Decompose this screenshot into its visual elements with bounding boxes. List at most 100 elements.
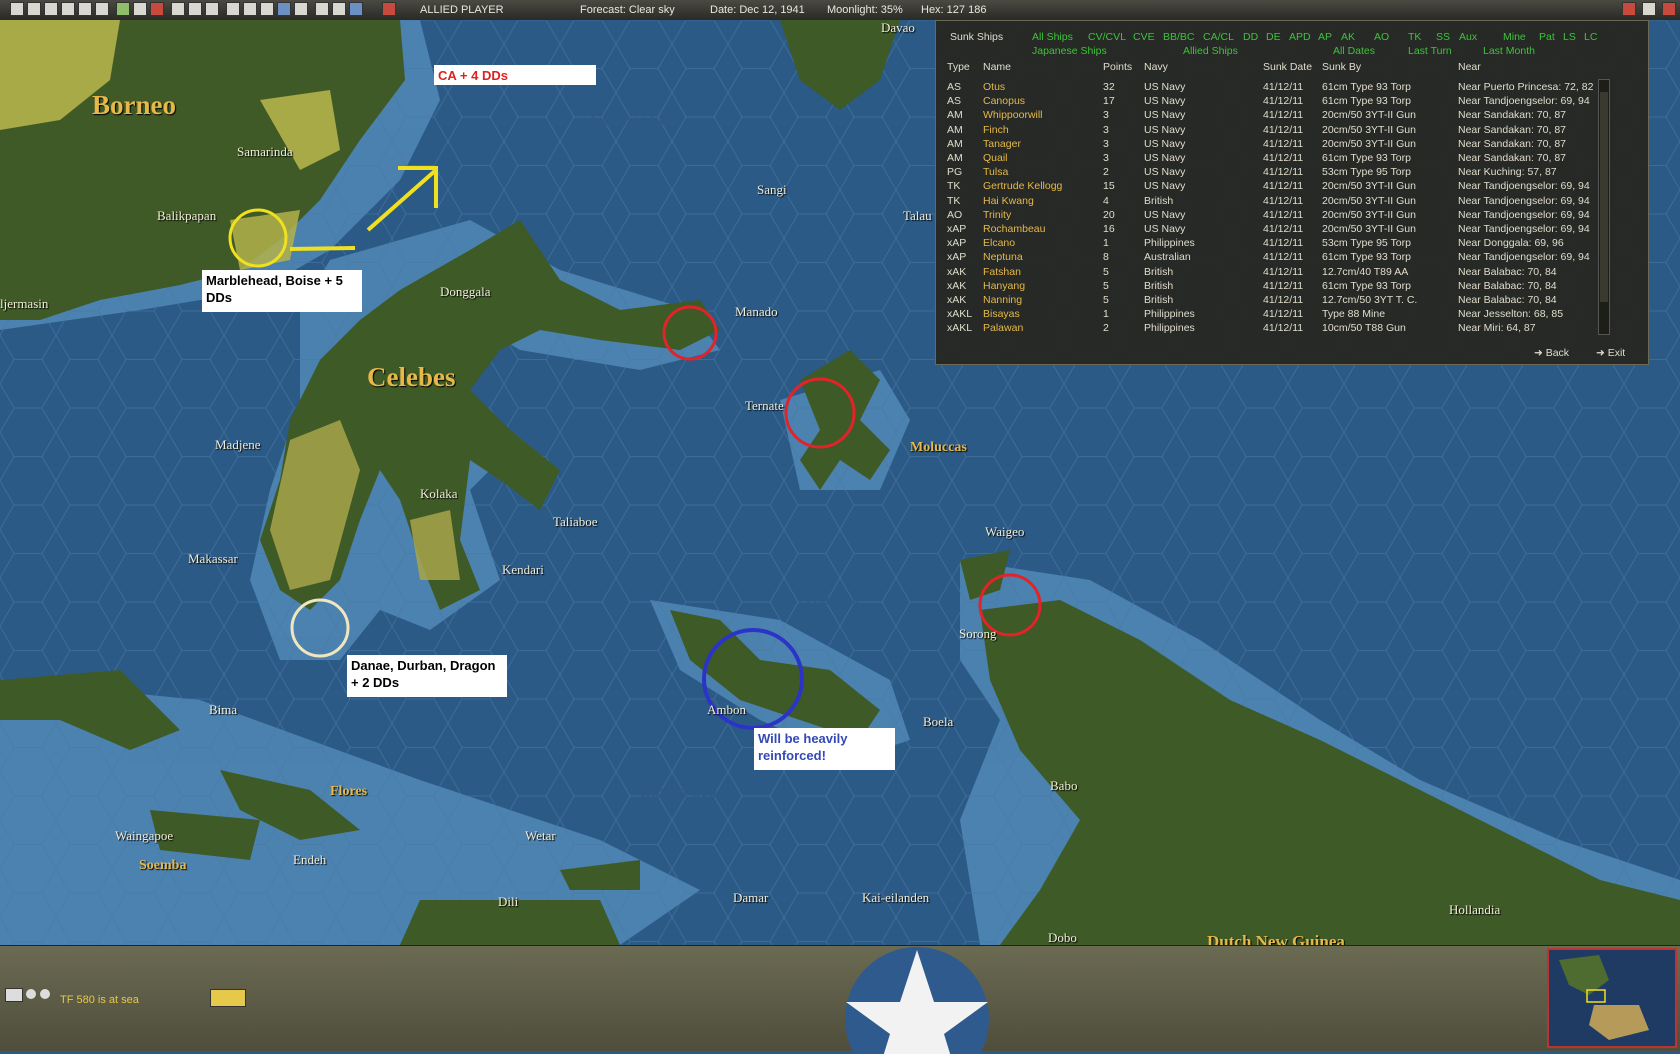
- cell-type: PG: [947, 166, 963, 179]
- table-row[interactable]: xAP Neptuna 8 Australian 41/12/11 61cm Type 9…: [936, 251, 1636, 265]
- filter-ls[interactable]: LS: [1563, 31, 1576, 43]
- filter-bb-bc[interactable]: BB/BC: [1163, 31, 1195, 43]
- next-arrow-icon[interactable]: [40, 989, 50, 999]
- back-button[interactable]: ➜ Back: [1534, 347, 1569, 359]
- filter-mine[interactable]: Mine: [1503, 31, 1526, 43]
- cell-sunk-by: 53cm Type 95 Torp: [1322, 237, 1411, 250]
- cell-type: AO: [947, 208, 963, 221]
- production-icon[interactable]: [188, 2, 202, 16]
- header-points[interactable]: Points: [1103, 61, 1132, 73]
- filter-all-ships[interactable]: All Ships: [1032, 31, 1073, 43]
- table-row[interactable]: AM Whippoorwill 3 US Navy 41/12/11 20cm/50 3Y…: [936, 109, 1636, 123]
- table-row[interactable]: xAK Hanyang 5 British 41/12/11 61cm Type 93 T…: [936, 280, 1636, 294]
- aircraft-icon[interactable]: [150, 2, 164, 16]
- header-type[interactable]: Type: [947, 61, 970, 73]
- base-icon[interactable]: [226, 2, 240, 16]
- table-row[interactable]: AS Otus 32 US Navy 41/12/11 61cm Type 93 Torp…: [936, 81, 1636, 95]
- table-row[interactable]: AO Trinity 20 US Navy 41/12/11 20cm/50 3YT-II…: [936, 209, 1636, 223]
- table-row[interactable]: xAK Nanning 5 British 41/12/11 12.7cm/50 3YT …: [936, 294, 1636, 308]
- task-force-icon[interactable]: [61, 2, 75, 16]
- filter-last-turn[interactable]: Last Turn: [1408, 45, 1452, 57]
- table-row[interactable]: xAP Rochambeau 16 US Navy 41/12/11 20cm/50 3Y…: [936, 223, 1636, 237]
- cell-date: 41/12/11: [1263, 208, 1304, 221]
- filter-allied-ships[interactable]: Allied Ships: [1183, 45, 1238, 57]
- table-row[interactable]: xAKL Palawan 2 Philippines 41/12/11 10cm/50 T…: [936, 322, 1636, 336]
- annotation-ambon-line1: Will be heavily: [758, 731, 848, 746]
- scrollbar-thumb[interactable]: [1600, 92, 1608, 302]
- ship-icon[interactable]: [5, 988, 23, 1002]
- victory-icon[interactable]: [315, 2, 329, 16]
- table-row[interactable]: AM Tanager 3 US Navy 41/12/11 20cm/50 3YT-II …: [936, 138, 1636, 152]
- filter-de[interactable]: DE: [1266, 31, 1281, 43]
- options-icon[interactable]: [349, 2, 363, 16]
- cargo-icon[interactable]: [260, 2, 274, 16]
- hq-icon[interactable]: [205, 2, 219, 16]
- cell-navy: British: [1144, 194, 1174, 207]
- cell-date: 41/12/11: [1263, 137, 1304, 150]
- header-sunk-by[interactable]: Sunk By: [1322, 61, 1361, 73]
- filter-dd[interactable]: DD: [1243, 31, 1258, 43]
- ground-unit-icon[interactable]: [133, 2, 147, 16]
- table-row[interactable]: AS Canopus 17 US Navy 41/12/11 61cm Type 93 T…: [936, 95, 1636, 109]
- filter-cv-cvl[interactable]: CV/CVL: [1088, 31, 1126, 43]
- c-button-icon[interactable]: [1642, 2, 1656, 16]
- filter-apd[interactable]: APD: [1289, 31, 1311, 43]
- filter-japanese-ships[interactable]: Japanese Ships: [1032, 45, 1107, 57]
- filter-ap[interactable]: AP: [1318, 31, 1332, 43]
- red-flag-icon[interactable]: [1622, 2, 1636, 16]
- cell-navy: Philippines: [1144, 322, 1195, 335]
- header-navy[interactable]: Navy: [1144, 61, 1168, 73]
- filter-ao[interactable]: AO: [1374, 31, 1389, 43]
- filter-pat[interactable]: Pat: [1539, 31, 1555, 43]
- intel-icon[interactable]: [44, 2, 58, 16]
- cell-type: TK: [947, 194, 961, 207]
- header-sunk-date[interactable]: Sunk Date: [1263, 61, 1312, 73]
- close-icon[interactable]: [1662, 2, 1676, 16]
- map-overlay-icon[interactable]: [243, 2, 257, 16]
- cell-date: 41/12/11: [1263, 81, 1304, 93]
- minimap[interactable]: [1547, 948, 1677, 1048]
- cell-name: Whippoorwill: [983, 109, 1043, 122]
- filter-all-dates[interactable]: All Dates: [1333, 45, 1375, 57]
- table-row[interactable]: xAP Elcano 1 Philippines 41/12/11 53cm Type 9…: [936, 237, 1636, 251]
- end-turn-icon[interactable]: [382, 2, 396, 16]
- table-row[interactable]: TK Hai Kwang 4 British 41/12/11 20cm/50 3YT-I…: [936, 195, 1636, 209]
- cell-points: 32: [1103, 81, 1115, 93]
- filter-cve[interactable]: CVE: [1133, 31, 1155, 43]
- reports-icon[interactable]: [27, 2, 41, 16]
- table-row[interactable]: PG Tulsa 2 US Navy 41/12/11 53cm Type 95 Torp…: [936, 166, 1636, 180]
- prev-arrow-icon[interactable]: [26, 989, 36, 999]
- table-row[interactable]: TK Gertrude Kellogg 15 US Navy 41/12/11 20cm/…: [936, 180, 1636, 194]
- ships-icon[interactable]: [78, 2, 92, 16]
- flag-icon[interactable]: [171, 2, 185, 16]
- cell-navy: US Navy: [1144, 137, 1186, 150]
- filter-aux[interactable]: Aux: [1459, 31, 1477, 43]
- filter-last-month[interactable]: Last Month: [1483, 45, 1535, 57]
- label-davao: Davao: [881, 20, 915, 35]
- label-makassar: Makassar: [188, 551, 238, 566]
- scrollbar[interactable]: [1598, 79, 1610, 335]
- airgroup-icon[interactable]: [116, 2, 130, 16]
- header-near[interactable]: Near: [1458, 61, 1481, 73]
- save-icon[interactable]: [10, 2, 24, 16]
- filter-ss[interactable]: SS: [1436, 31, 1450, 43]
- list-icon[interactable]: [332, 2, 346, 16]
- label-sorong: Sorong: [959, 626, 997, 641]
- task-force-icon[interactable]: [210, 989, 246, 1007]
- cell-near: Near Tandjoengselor: 69, 94: [1458, 180, 1590, 193]
- exit-button[interactable]: ➜ Exit: [1596, 347, 1625, 359]
- table-row[interactable]: xAKL Bisayas 1 Philippines 41/12/11 Type 88 M…: [936, 308, 1636, 322]
- filter-tk[interactable]: TK: [1408, 31, 1421, 43]
- sub-icon[interactable]: [294, 2, 308, 16]
- filter-ca-cl[interactable]: CA/CL: [1203, 31, 1234, 43]
- sunk-ships-panel: Sunk Ships All Ships CV/CVL CVE BB/BC CA…: [935, 20, 1649, 365]
- info-icon[interactable]: [95, 2, 109, 16]
- table-row[interactable]: AM Finch 3 US Navy 41/12/11 20cm/50 3YT-II Gu…: [936, 124, 1636, 138]
- filter-lc[interactable]: LC: [1584, 31, 1597, 43]
- globe-icon[interactable]: [277, 2, 291, 16]
- filter-ak[interactable]: AK: [1341, 31, 1355, 43]
- table-row[interactable]: AM Quail 3 US Navy 41/12/11 61cm Type 93 Torp…: [936, 152, 1636, 166]
- table-row[interactable]: xAK Fatshan 5 British 41/12/11 12.7cm/40 T89 …: [936, 266, 1636, 280]
- header-name[interactable]: Name: [983, 61, 1011, 73]
- cell-near: Near Balabac: 70, 84: [1458, 279, 1557, 292]
